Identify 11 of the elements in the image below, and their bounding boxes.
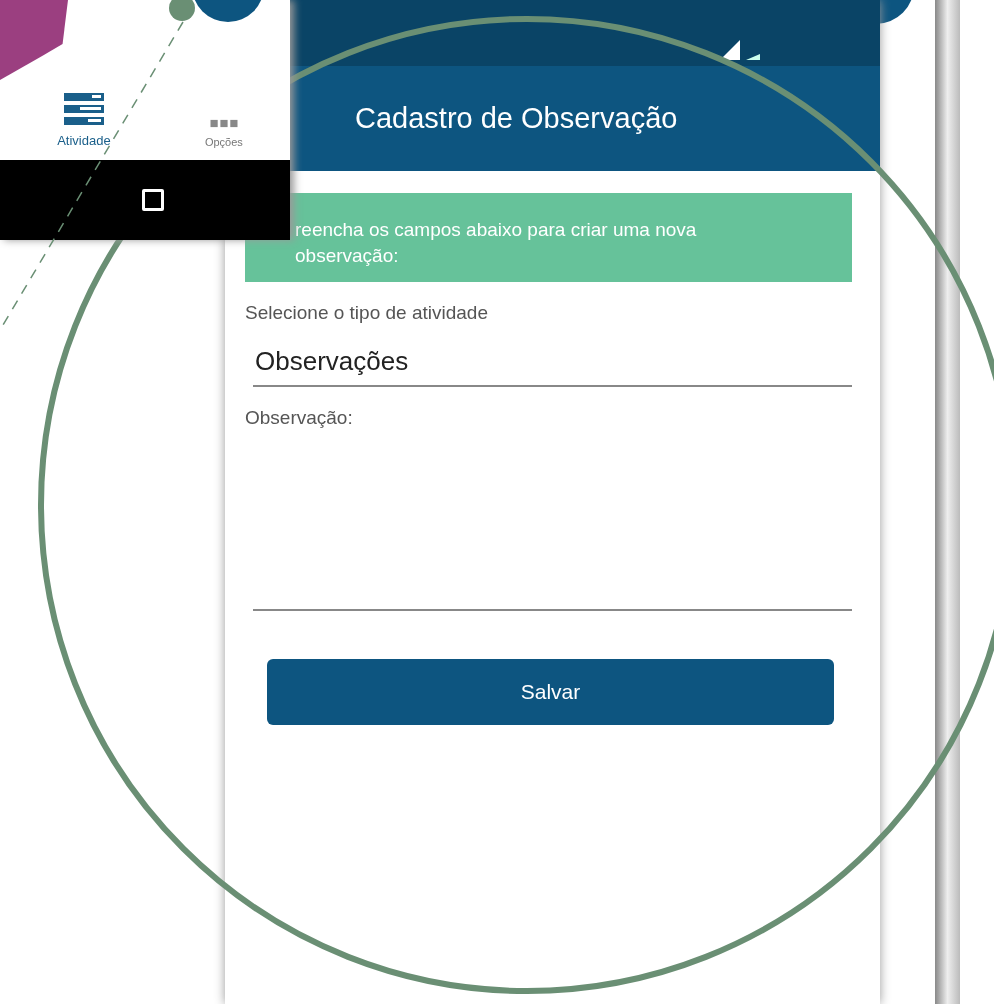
- banner-text: reencha os campos abaixo para criar uma nova observação:: [295, 218, 698, 268]
- field-label: Selecione o tipo de atividade: [245, 302, 489, 325]
- list-icon: [63, 93, 104, 125]
- activity-select[interactable]: Observações: [253, 346, 852, 388]
- nav-tab[interactable]: Atividade: [57, 78, 111, 160]
- recents-icon: [142, 189, 164, 211]
- save-button[interactable]: Salvar: [267, 659, 834, 726]
- field-label: Observação:: [245, 407, 354, 430]
- screen-title: Cadastro de Observação: [355, 102, 678, 135]
- more-icon: [209, 119, 238, 128]
- nav-tab[interactable]: Opções: [204, 78, 243, 160]
